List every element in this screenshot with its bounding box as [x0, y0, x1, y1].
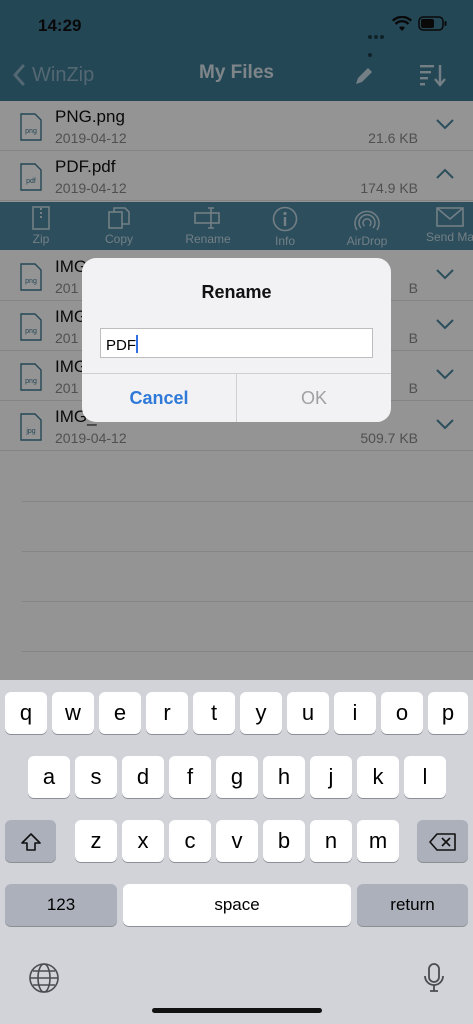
return-key[interactable]: return [357, 884, 468, 926]
rename-dialog: Rename PDF Cancel OK [82, 258, 391, 422]
numbers-key[interactable]: 123 [5, 884, 117, 926]
key-l[interactable]: l [404, 756, 446, 798]
cancel-button[interactable]: Cancel [82, 374, 236, 422]
key-v[interactable]: v [216, 820, 258, 862]
backspace-icon [428, 833, 456, 851]
dictation-key[interactable] [422, 962, 446, 999]
key-c[interactable]: c [169, 820, 211, 862]
key-z[interactable]: z [75, 820, 117, 862]
key-s[interactable]: s [75, 756, 117, 798]
delete-key[interactable] [417, 820, 468, 862]
shift-icon [20, 833, 41, 851]
key-y[interactable]: y [240, 692, 282, 734]
key-a[interactable]: a [28, 756, 70, 798]
globe-key[interactable] [28, 962, 60, 999]
key-h[interactable]: h [263, 756, 305, 798]
key-b[interactable]: b [263, 820, 305, 862]
key-w[interactable]: w [52, 692, 94, 734]
key-g[interactable]: g [216, 756, 258, 798]
dialog-title: Rename [201, 282, 272, 302]
key-t[interactable]: t [193, 692, 235, 734]
key-e[interactable]: e [99, 692, 141, 734]
key-n[interactable]: n [310, 820, 352, 862]
rename-input-value: PDF [106, 337, 136, 354]
rename-input[interactable]: PDF [100, 328, 373, 358]
key-m[interactable]: m [357, 820, 399, 862]
globe-icon [29, 963, 59, 993]
key-u[interactable]: u [287, 692, 329, 734]
home-indicator [152, 1008, 322, 1013]
key-r[interactable]: r [146, 692, 188, 734]
ok-button[interactable]: OK [237, 374, 391, 422]
microphone-icon [424, 963, 444, 992]
text-caret [136, 335, 138, 353]
keyboard: q w e r t y u i o p a s d f g h j k l z … [0, 680, 473, 1024]
space-key[interactable]: space [123, 884, 351, 926]
key-d[interactable]: d [122, 756, 164, 798]
key-o[interactable]: o [381, 692, 423, 734]
key-p[interactable]: p [428, 692, 468, 734]
key-f[interactable]: f [169, 756, 211, 798]
key-j[interactable]: j [310, 756, 352, 798]
key-k[interactable]: k [357, 756, 399, 798]
key-x[interactable]: x [122, 820, 164, 862]
key-i[interactable]: i [334, 692, 376, 734]
shift-key[interactable] [5, 820, 56, 862]
key-q[interactable]: q [5, 692, 47, 734]
